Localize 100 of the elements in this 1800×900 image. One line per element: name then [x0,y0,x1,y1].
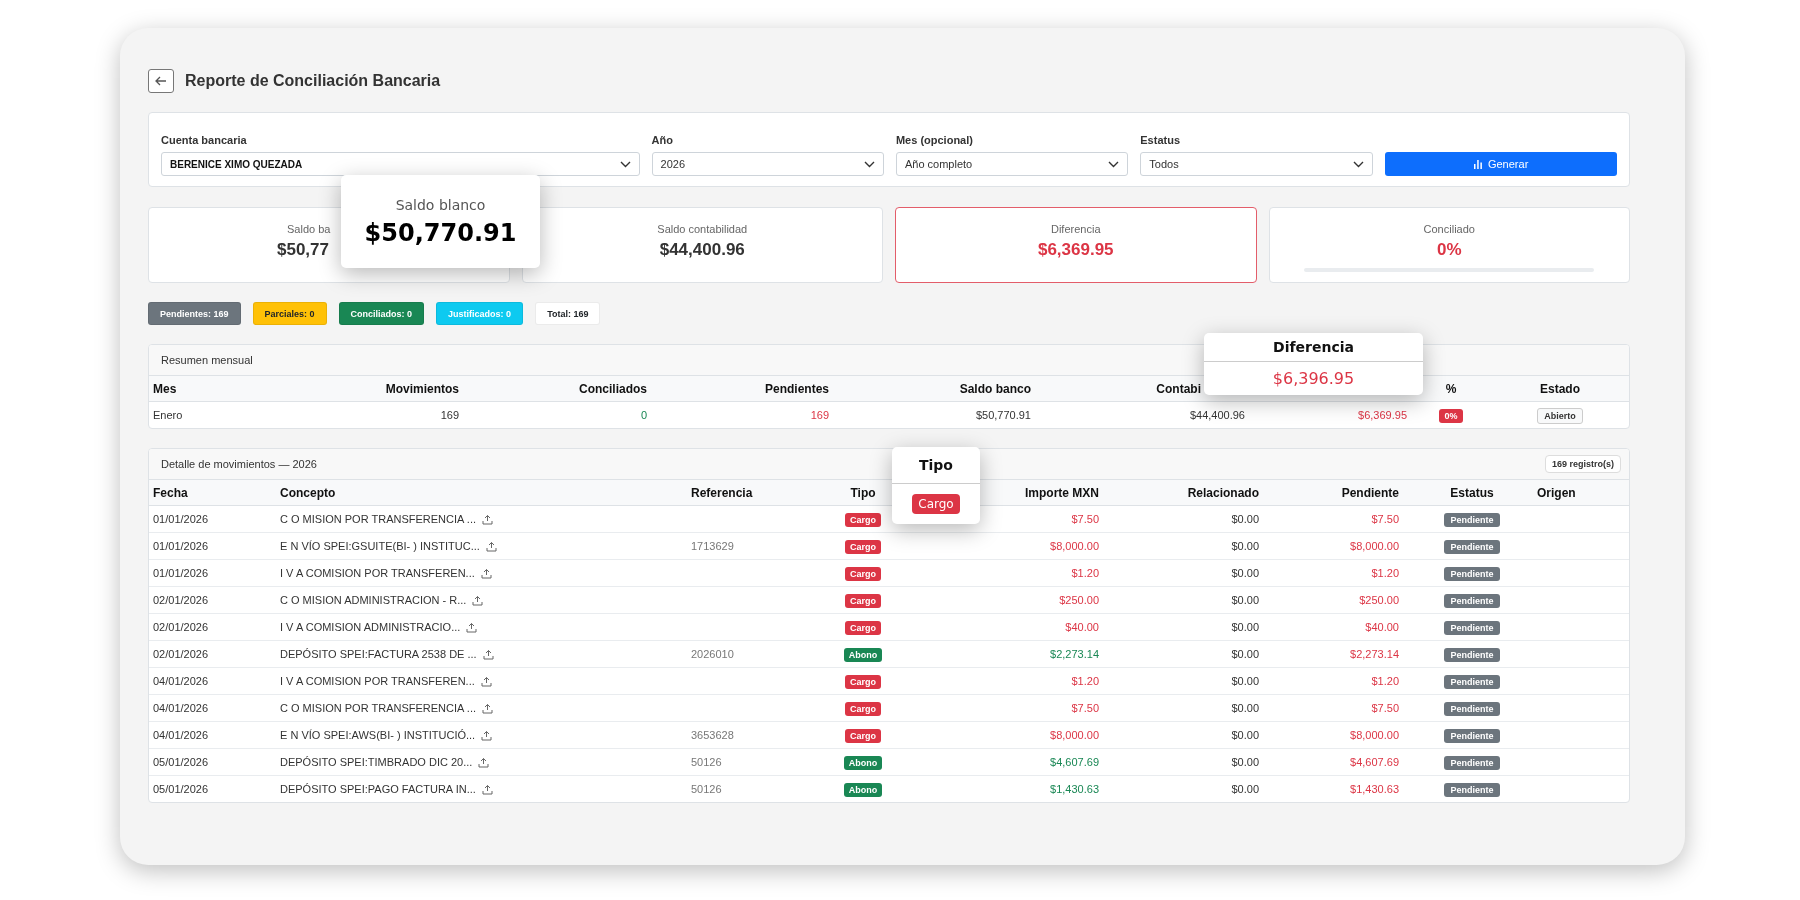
column-header: Contabi [1156,381,1201,396]
status-badge: Pendiente [1444,513,1500,527]
table-cell: $0.00 [1231,783,1259,795]
type-badge: Cargo [912,494,960,514]
table-cell: $0.00 [1231,756,1259,768]
table-cell: 3653628 [691,729,734,741]
table-cell: $8,000.00 [1050,729,1099,741]
table-cell: $250.00 [1059,594,1099,606]
table-cell: $7.50 [1071,702,1099,714]
table-cell: I V A COMISION POR TRANSFEREN... [280,675,475,687]
table-cell: $8,000.00 [1350,729,1399,741]
table-cell: 2026010 [691,648,734,660]
table-cell: $0.00 [1231,513,1259,525]
upload-icon[interactable] [466,621,478,633]
column-header: Tipo [850,485,876,500]
table-cell: 02/01/2026 [153,594,209,606]
type-badge: Cargo [845,675,881,689]
table-cell: $7.50 [1371,702,1399,714]
table-cell: $4,607.69 [1050,756,1099,768]
table-cell: $1.20 [1371,567,1399,579]
table-cell: 01/01/2026 [153,567,209,579]
field-label: Mes (opcional) [895,134,974,146]
column-header: Origen [1537,485,1576,500]
table-cell: 01/01/2026 [153,513,209,525]
table-cell: 05/01/2026 [153,756,209,768]
status-badge: Pendiente [1444,540,1500,554]
upload-icon[interactable] [480,675,492,687]
select-field[interactable]: Año completo [895,152,1129,176]
table-cell: 169 [810,409,829,421]
upload-icon[interactable] [481,783,493,795]
column-header: % [1445,381,1457,396]
column-header: Relacionado [1187,485,1259,500]
table-cell: $1.20 [1071,675,1099,687]
upload-icon[interactable] [485,540,497,552]
table-cell: C O MISION ADMINISTRACION - R... [280,594,467,606]
state-badge: Abierto [1537,408,1583,424]
table-cell: $50,770.91 [975,409,1031,421]
table-cell: $8,000.00 [1050,540,1099,552]
chevron-down-icon [1108,160,1120,168]
table-cell: $7.50 [1371,513,1399,525]
column-header: Saldo banco [959,381,1031,396]
callout-title: Tipo [919,457,953,473]
table-cell: $0.00 [1231,702,1259,714]
card-label: Diferencia [1051,223,1101,235]
card-value: $50,77 [277,240,329,260]
status-badge: Pendiente [1444,621,1500,635]
callout-title: Diferencia [1273,339,1354,355]
type-badge: Cargo [845,594,881,608]
table-cell: $0.00 [1231,648,1259,660]
table-cell: 50126 [691,783,722,795]
status-badge: Pendiente [1444,567,1500,581]
card-value: $44,400.96 [659,240,745,260]
chevron-down-icon [619,160,631,168]
status-badge: Pendiente [1444,729,1500,743]
type-badge: Abono [843,756,883,770]
column-header: Conciliados [579,381,647,396]
upload-icon[interactable] [482,702,493,714]
field-label: Año [651,134,674,146]
table-cell: 169 [440,409,459,421]
column-header: Estado [1540,381,1580,396]
status-count-badge: Conciliados: 0 [338,302,425,325]
callout-title: Saldo blanco [395,196,486,213]
upload-icon[interactable] [481,729,493,741]
table-cell: 1713629 [691,540,734,552]
upload-icon[interactable] [472,594,484,606]
table-cell: $7.50 [1071,513,1099,525]
column-header: Pendientes [764,381,829,396]
select-field[interactable]: Todos [1140,152,1373,176]
table-cell: C O MISION POR TRANSFERENCIA ... [280,513,476,525]
generate-button[interactable]: Generar [1384,152,1617,176]
status-badge: Pendiente [1444,648,1500,662]
table-cell: $2,273.14 [1050,648,1099,660]
back-button[interactable] [148,69,174,93]
status-badge: Pendiente [1444,756,1500,770]
table-cell: $0.00 [1231,567,1259,579]
type-badge: Cargo [845,702,881,716]
table-cell: 02/01/2026 [153,648,209,660]
upload-icon[interactable] [482,648,494,660]
select-field[interactable]: 2026 [651,152,884,176]
column-header: Pendiente [1341,485,1399,500]
table-cell: C O MISION POR TRANSFERENCIA ... [280,702,476,714]
table-cell: E N VÍO SPEI:AWS(BI- ) INSTITUCIÓ... [280,729,476,741]
column-header: Movimientos [385,381,459,396]
table-cell: I V A COMISION POR TRANSFEREN... [280,567,475,579]
table-cell: $1,430.63 [1050,783,1099,795]
table-cell: E N VÍO SPEI:GSUITE(BI- ) INSTITUC... [280,540,480,552]
table-cell: $6,369.95 [1358,409,1407,421]
upload-icon[interactable] [480,567,492,579]
type-badge: Cargo [845,540,881,554]
table-cell: DEPÓSITO SPEI:PAGO FACTURA IN... [280,783,476,795]
status-badge: Pendiente [1444,783,1500,797]
percent-badge: 0% [1439,409,1463,423]
status-badge: Pendiente [1444,702,1500,716]
type-badge: Cargo [845,621,881,635]
field-label: Cuenta bancaria [161,134,248,146]
upload-icon[interactable] [482,513,493,525]
column-header: Estatus [1450,485,1494,500]
upload-icon[interactable] [478,756,490,768]
table-cell: $1,430.63 [1350,783,1399,795]
table-cell: $0.00 [1231,675,1259,687]
